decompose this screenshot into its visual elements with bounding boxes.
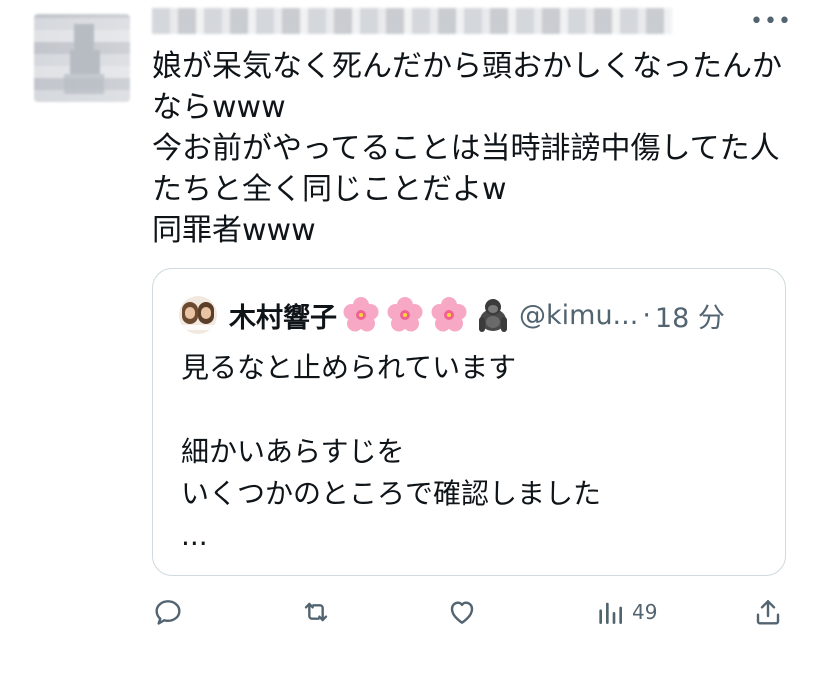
share-button[interactable] (752, 596, 784, 628)
gorilla-icon (479, 299, 507, 332)
retweet-button[interactable] (300, 596, 332, 628)
quoted-text-line: いくつかのところで確認しました (181, 477, 602, 510)
quoted-text-line: 見るなと止められています (181, 351, 517, 384)
views-count: 49 (632, 600, 658, 624)
quoted-author-handle[interactable]: @kimu... (519, 300, 638, 331)
reply-button[interactable] (152, 596, 184, 628)
action-bar: 49 (0, 588, 828, 640)
more-options-icon[interactable]: ••• (750, 10, 791, 34)
quoted-text-line: ... (181, 519, 208, 552)
post-text-line: 今お前がやってることは当時誹謗中傷してた人 (152, 131, 780, 166)
quoted-author-avatar[interactable] (179, 296, 217, 334)
separator-dot: · (642, 299, 651, 331)
heart-icon (450, 601, 474, 624)
cherry-blossom-icon (431, 297, 467, 332)
quoted-text-line (181, 389, 761, 431)
share-icon (756, 600, 780, 625)
post-text: 娘が呆気なく死んだから頭おかしくなったんか ならwww 今お前がやってることは当… (152, 46, 792, 251)
views-icon (599, 602, 622, 624)
quoted-text-line: 細かいあらすじを (181, 435, 405, 468)
post-text-line: ならwww (152, 90, 286, 125)
post-text-line: 同罪者www (152, 213, 316, 248)
post-text-line: たちと全く同じことだよw (152, 172, 507, 207)
quoted-post-header: 木村響子 @kimu... · 18 分 (179, 295, 725, 335)
quoted-post-text: 見るなと止められています 細かいあらすじを いくつかのところで確認しました ..… (181, 347, 761, 557)
author-name-pixelated[interactable] (152, 8, 672, 34)
cherry-blossom-icon (387, 297, 423, 332)
views-button[interactable]: 49 (594, 596, 657, 628)
like-button[interactable] (446, 596, 478, 628)
author-avatar-pixelated[interactable] (34, 14, 130, 102)
cherry-blossom-icon (343, 297, 379, 332)
quoted-post-card[interactable]: 木村響子 @kimu... · 18 分 見るなと止められています 細かいあらす… (152, 268, 786, 576)
quoted-timestamp[interactable]: 18 分 (655, 296, 725, 335)
reply-icon (155, 600, 181, 625)
retweet-icon (304, 602, 328, 622)
quoted-author-name[interactable]: 木村響子 (229, 296, 337, 335)
post-text-line: 娘が呆気なく死んだから頭おかしくなったんか (152, 49, 782, 84)
